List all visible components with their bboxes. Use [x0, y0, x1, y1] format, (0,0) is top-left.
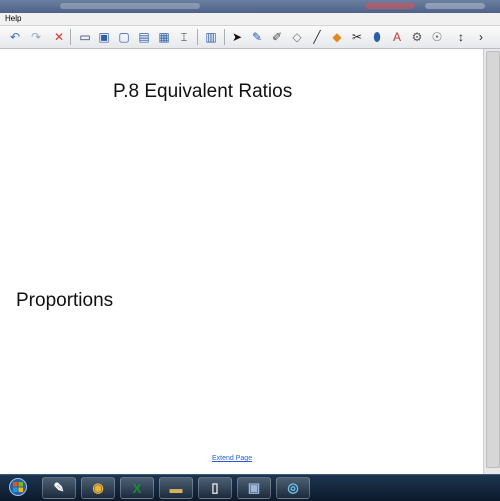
- menu-bar: Help: [0, 13, 500, 26]
- smart-board-icon[interactable]: ◎: [276, 477, 310, 499]
- fill-icon[interactable]: ⬮: [368, 28, 386, 46]
- undo-icon[interactable]: ↶: [6, 28, 24, 46]
- magic-pen-icon[interactable]: ✂: [348, 28, 366, 46]
- move-toolbar-icon[interactable]: ↕: [452, 28, 470, 46]
- folder-icon-glyph: ▬: [169, 480, 183, 496]
- toolbar-separator: [70, 29, 71, 45]
- table-icon[interactable]: ▥: [202, 28, 220, 46]
- capture-area-icon[interactable]: ⌶: [175, 28, 193, 46]
- delete-icon[interactable]: ✕: [50, 28, 68, 46]
- page-title: P.8 Equivalent Ratios: [113, 81, 293, 102]
- chrome-icon-glyph: ◉: [92, 480, 104, 495]
- whiteboard-page[interactable]: [0, 49, 483, 474]
- vertical-scrollbar[interactable]: [483, 49, 500, 474]
- shapes-icon[interactable]: ◆: [328, 28, 346, 46]
- document-icon-glyph: ▯: [211, 480, 219, 495]
- taskbar: ✎◉X▬▯▣◎⊞: [0, 474, 500, 501]
- app-icon-glyph: ▣: [247, 480, 261, 495]
- title-strip-decoration: [365, 3, 415, 9]
- excel-icon-glyph: X: [132, 480, 142, 496]
- pen-icon[interactable]: ✎: [248, 28, 266, 46]
- select-arrow-icon[interactable]: ➤: [228, 28, 246, 46]
- app-icon[interactable]: ▣: [237, 477, 271, 499]
- toolbar: ↶ ↷ ✕ ▭ ▣ ▢ ▤ ▦ ⌶ ▥ ➤ ✎ ✐ ◇ ╱ ◆ ✂ ⬮ A ⚙ ☉ ↕ ›: [0, 26, 500, 49]
- extend-page-link[interactable]: Extend Page: [212, 455, 252, 462]
- more-icon[interactable]: ›: [472, 28, 490, 46]
- windows-start-icon[interactable]: [8, 477, 28, 497]
- toolbar-separator: [197, 29, 198, 45]
- redo-icon[interactable]: ↷: [27, 28, 45, 46]
- line-icon[interactable]: ╱: [308, 28, 326, 46]
- screen-shade-icon[interactable]: ▭: [76, 28, 94, 46]
- scrollbar-thumb[interactable]: [486, 51, 500, 468]
- chrome-icon[interactable]: ◉: [81, 477, 115, 499]
- screen-capture-icon[interactable]: ▦: [155, 28, 173, 46]
- folder-icon[interactable]: ▬: [159, 477, 193, 499]
- full-screen-icon[interactable]: ▣: [95, 28, 113, 46]
- excel-icon[interactable]: X: [120, 477, 154, 499]
- notebook-app-icon-glyph: ✎: [53, 480, 65, 495]
- monitor-icon[interactable]: ▤: [135, 28, 153, 46]
- display-icon[interactable]: ▢: [115, 28, 133, 46]
- title-strip-decoration: [425, 3, 485, 9]
- properties-icon[interactable]: ⚙: [408, 28, 426, 46]
- menu-help[interactable]: Help: [5, 13, 21, 25]
- toolbar-separator: [224, 29, 225, 45]
- title-strip-decoration: [60, 3, 200, 9]
- creative-pen-icon[interactable]: ✐: [268, 28, 286, 46]
- document-icon[interactable]: ▯: [198, 477, 232, 499]
- notebook-app-icon[interactable]: ✎: [42, 477, 76, 499]
- smart-board-icon-glyph: ◎: [287, 480, 299, 495]
- text-icon[interactable]: A: [388, 28, 406, 46]
- page-heading: Proportions: [16, 290, 114, 311]
- eraser-icon[interactable]: ◇: [288, 28, 306, 46]
- window-title-strip: [0, 0, 500, 13]
- scan-icon[interactable]: ☉: [428, 28, 446, 46]
